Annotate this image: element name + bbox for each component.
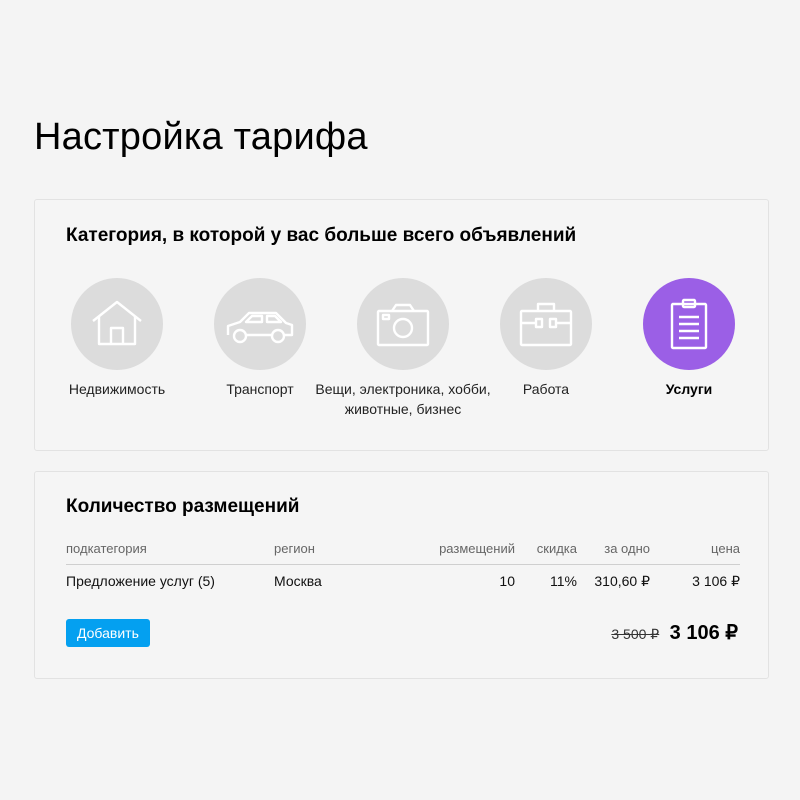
- category-services[interactable]: Услуги: [599, 278, 779, 399]
- row-region: Москва: [274, 573, 322, 589]
- column-region: регион: [274, 541, 315, 556]
- category-circle: [214, 278, 306, 370]
- category-circle: [357, 278, 449, 370]
- row-count: 10: [499, 573, 515, 589]
- add-button[interactable]: Добавить: [66, 619, 150, 647]
- column-discount: скидка: [536, 541, 577, 556]
- camera-icon: [376, 303, 430, 347]
- category-label: Услуги: [665, 381, 713, 397]
- category-card: Категория, в которой у вас больше всего …: [34, 199, 769, 451]
- totals: 3 500 ₽ 3 106 ₽: [611, 620, 738, 645]
- column-per-one: за одно: [604, 541, 650, 556]
- column-count: размещений: [439, 541, 515, 556]
- category-circle: [643, 278, 735, 370]
- house-icon: [92, 300, 142, 346]
- row-subcategory: Предложение услуг (5): [66, 573, 215, 589]
- row-discount: 11%: [550, 573, 577, 589]
- car-icon: [226, 311, 294, 344]
- category-card-title: Категория, в которой у вас больше всего …: [66, 225, 577, 246]
- briefcase-icon: [519, 302, 573, 347]
- new-total-price: 3 106 ₽: [669, 622, 738, 644]
- table-header: подкатегория регион размещений скидка за…: [66, 538, 740, 565]
- page-title: Настройка тарифа: [34, 116, 368, 158]
- column-price: цена: [711, 541, 740, 556]
- row-per-one: 310,60 ₽: [594, 573, 650, 589]
- clipboard-icon: [670, 298, 708, 350]
- old-total-price: 3 500 ₽: [611, 626, 660, 642]
- page: Настройка тарифа Категория, в которой у …: [0, 0, 800, 800]
- placements-table: подкатегория регион размещений скидка за…: [66, 538, 740, 596]
- category-circle: [71, 278, 163, 370]
- placements-card-title: Количество размещений: [66, 496, 300, 517]
- category-circle: [500, 278, 592, 370]
- column-subcategory: подкатегория: [66, 541, 147, 556]
- row-price: 3 106 ₽: [692, 573, 740, 589]
- placements-card: Количество размещений подкатегория регио…: [34, 471, 769, 679]
- table-row: Предложение услуг (5) Москва 10 11% 310,…: [66, 570, 740, 596]
